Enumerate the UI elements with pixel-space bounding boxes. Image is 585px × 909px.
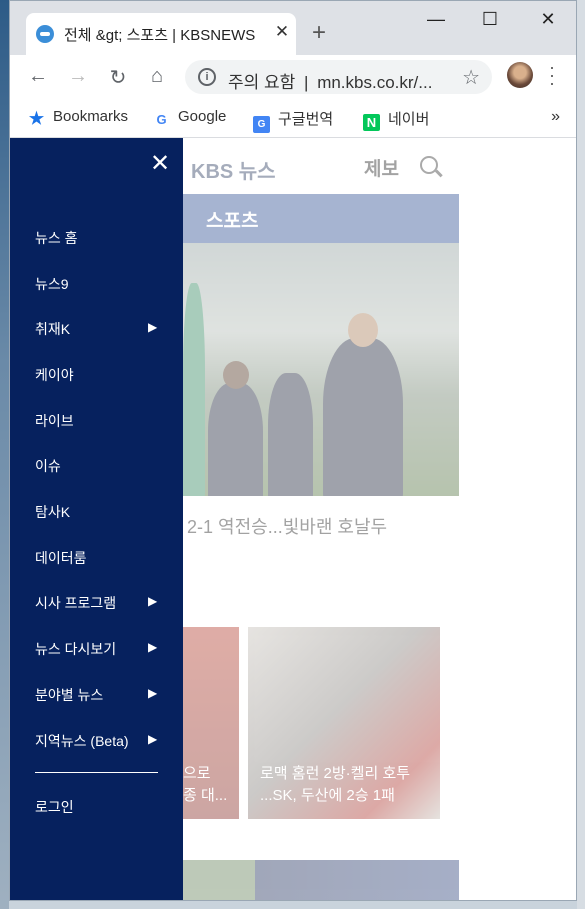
- menu-item-keiya[interactable]: 케이야: [35, 365, 74, 385]
- naver-icon: N: [363, 114, 380, 131]
- security-label: 주의 요함: [228, 73, 296, 92]
- desktop-background: [0, 0, 9, 909]
- bookmarks-bar: ★ Bookmarks G Google G 구글번역 N 네이버 »: [10, 99, 576, 138]
- category-band: 스포츠: [183, 194, 459, 243]
- player-figure: [323, 338, 403, 496]
- submenu-arrow-icon[interactable]: ▶: [148, 320, 157, 334]
- forward-button[interactable]: →: [66, 65, 90, 88]
- side-drawer-menu: ✕ 뉴스 홈 뉴스9 취재K ▶ 케이야 라이브 이슈 탐사K 데이터룸 시사 …: [10, 138, 183, 900]
- submenu-arrow-icon[interactable]: ▶: [148, 686, 157, 700]
- bookmark-naver[interactable]: N 네이버: [363, 108, 429, 131]
- browser-window: 전체 &gt; 스포츠 | KBSNEWS ✕ + — ☐ ✕ ← → ↻ ⌂ …: [9, 0, 577, 901]
- browser-menu-icon[interactable]: · · ·: [547, 58, 557, 92]
- close-window-button[interactable]: ✕: [528, 9, 568, 37]
- bookmark-label: Google: [178, 108, 227, 125]
- bookmark-star-icon: ★: [28, 109, 45, 128]
- url-value: mn.kbs.co.kr/...: [317, 73, 433, 92]
- kbs-news-logo[interactable]: KBS 뉴스: [191, 155, 276, 184]
- browser-tab[interactable]: 전체 &gt; 스포츠 | KBSNEWS ✕: [26, 13, 296, 55]
- page-content: KBS 뉴스 제보 스포츠 2-1 역전승...빛바랜 호날두 으로 종 대..…: [10, 138, 576, 900]
- menu-divider: [35, 772, 158, 773]
- browser-toolbar: ← → ↻ ⌂ i 주의 요함 | mn.kbs.co.kr/... ☆ · · ·: [10, 55, 576, 99]
- back-button[interactable]: ←: [26, 65, 50, 88]
- google-icon: G: [156, 112, 167, 127]
- report-link[interactable]: 제보: [364, 154, 399, 181]
- url-text: 주의 요함 | mn.kbs.co.kr/...: [228, 68, 432, 93]
- menu-item-live[interactable]: 라이브: [35, 411, 74, 431]
- address-bar[interactable]: i 주의 요함 | mn.kbs.co.kr/... ☆: [185, 60, 492, 94]
- bookmark-label: 구글번역: [278, 111, 334, 128]
- menu-item-news-home[interactable]: 뉴스 홈: [35, 228, 78, 248]
- thumb-caption-line: ...SK, 두산에 2승 1패: [260, 787, 395, 804]
- thumb-caption-line: 종 대...: [183, 787, 228, 804]
- bookmark-star-icon[interactable]: ☆: [462, 65, 480, 90]
- menu-item-chwijae-k[interactable]: 취재K: [35, 319, 70, 339]
- kbs-favicon-icon: [36, 25, 54, 43]
- menu-item-issue[interactable]: 이슈: [35, 456, 61, 476]
- player-head: [223, 361, 249, 389]
- submenu-arrow-icon[interactable]: ▶: [148, 640, 157, 654]
- player-head: [348, 313, 378, 347]
- search-icon[interactable]: [420, 156, 438, 174]
- reload-button[interactable]: ↻: [106, 65, 130, 90]
- thumb-caption-line: 으로: [183, 765, 211, 782]
- minimize-button[interactable]: —: [416, 9, 456, 37]
- menu-item-tamsa-k[interactable]: 탐사K: [35, 502, 70, 522]
- player-figure: [268, 373, 313, 496]
- desktop-background-right: [577, 0, 585, 909]
- hero-news-image[interactable]: [183, 243, 459, 496]
- tab-close-icon[interactable]: ✕: [272, 22, 292, 42]
- thumb-caption: 로맥 홈런 2방·켈리 호투 ...SK, 두산에 2승 1패: [260, 763, 410, 807]
- bookmark-google-translate[interactable]: G 구글번역: [253, 108, 333, 133]
- menu-item-news9[interactable]: 뉴스9: [35, 274, 69, 294]
- login-link[interactable]: 로그인: [35, 797, 74, 817]
- menu-item-news-replay[interactable]: 뉴스 다시보기: [35, 639, 116, 659]
- news-thumb-right[interactable]: 로맥 홈런 2방·켈리 호투 ...SK, 두산에 2승 1패: [248, 627, 440, 819]
- menu-item-local-news[interactable]: 지역뉴스 (Beta): [35, 731, 129, 751]
- more-bookmarks-button[interactable]: »: [551, 108, 560, 126]
- category-title: 스포츠: [206, 211, 259, 232]
- news-thumb-left[interactable]: 으로 종 대...: [183, 627, 239, 819]
- hero-headline[interactable]: 2-1 역전승...빛바랜 호날두: [187, 513, 387, 539]
- maximize-button[interactable]: ☐: [470, 9, 510, 37]
- bookmark-bookmarks[interactable]: ★ Bookmarks: [28, 108, 128, 127]
- menu-item-current-affairs[interactable]: 시사 프로그램: [35, 593, 116, 613]
- player-figure: [208, 383, 263, 496]
- menu-item-dataroom[interactable]: 데이터룸: [35, 548, 87, 568]
- bookmark-google[interactable]: G Google: [153, 108, 226, 128]
- menu-item-news-by-section[interactable]: 분야별 뉴스: [35, 685, 103, 705]
- profile-avatar[interactable]: [507, 62, 533, 88]
- home-button[interactable]: ⌂: [145, 65, 169, 88]
- thumb-caption: 으로 종 대...: [183, 763, 227, 807]
- bookmark-label: Bookmarks: [53, 108, 129, 125]
- more-news-strip[interactable]: [183, 860, 459, 900]
- google-translate-icon: G: [253, 116, 270, 133]
- bookmark-label: 네이버: [388, 111, 430, 128]
- new-tab-button[interactable]: +: [312, 19, 326, 47]
- news-page-overlayed: KBS 뉴스 제보 스포츠 2-1 역전승...빛바랜 호날두 으로 종 대..…: [183, 138, 460, 900]
- submenu-arrow-icon[interactable]: ▶: [148, 732, 157, 746]
- close-menu-icon[interactable]: ✕: [150, 149, 170, 178]
- site-info-icon[interactable]: i: [198, 68, 216, 86]
- player-figure: [183, 283, 205, 496]
- thumb-caption-line: 로맥 홈런 2방·켈리 호투: [260, 765, 411, 782]
- url-separator: |: [304, 73, 309, 92]
- title-bar: 전체 &gt; 스포츠 | KBSNEWS ✕ + — ☐ ✕: [10, 1, 576, 55]
- submenu-arrow-icon[interactable]: ▶: [148, 594, 157, 608]
- tab-title: 전체 &gt; 스포츠 | KBSNEWS: [64, 27, 256, 44]
